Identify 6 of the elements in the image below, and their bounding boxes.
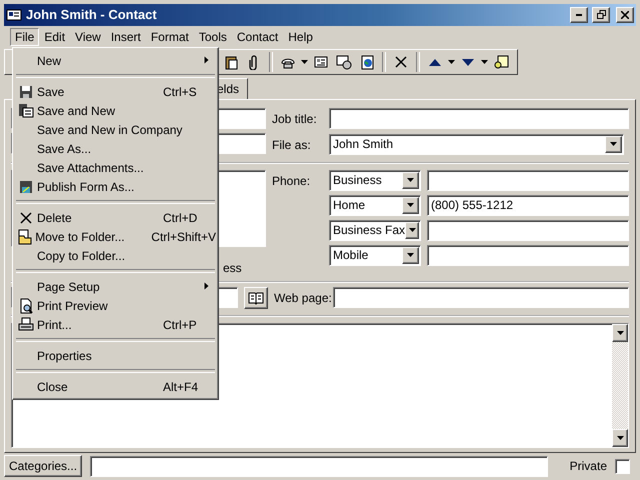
private-label: Private [570, 458, 607, 476]
address-note: ess [222, 260, 243, 274]
field-label: Job title: [272, 110, 318, 128]
window-title: John Smith - Contact [26, 7, 158, 22]
field-label: File as: [272, 136, 312, 154]
field-label: Phone: [272, 172, 312, 190]
